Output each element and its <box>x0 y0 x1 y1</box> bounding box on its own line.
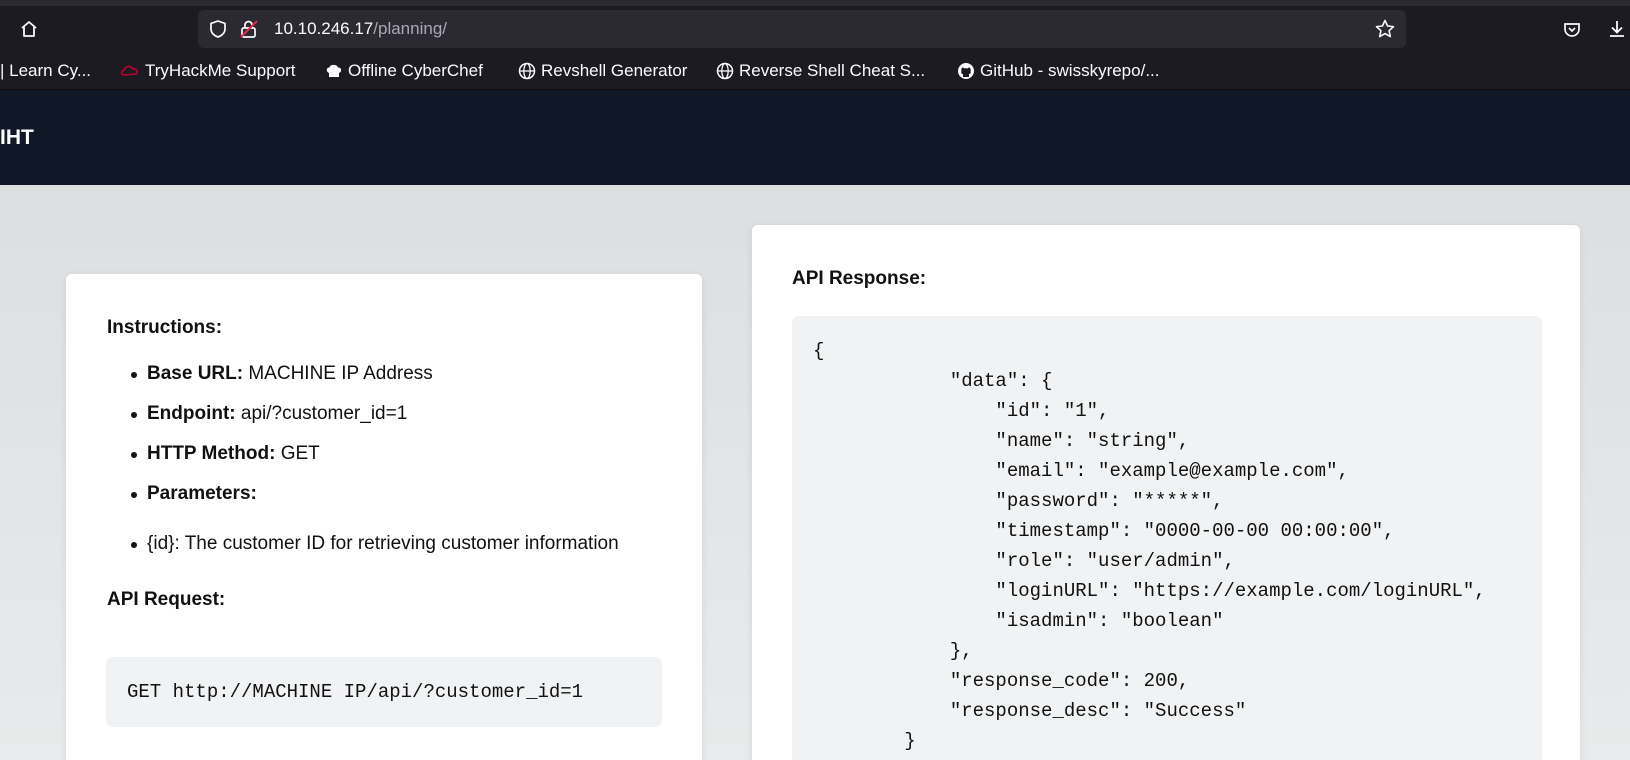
bookmark-revshell-generator[interactable]: Revshell Generator <box>518 52 687 90</box>
bookmark-label: Revshell Generator <box>541 61 688 80</box>
bookmark-reverse-shell-cheatsheet[interactable]: Reverse Shell Cheat S... <box>716 52 925 90</box>
site-logo[interactable]: IHT <box>0 90 34 185</box>
bookmark-label: GitHub - swisskyrepo/... <box>980 61 1160 80</box>
parameter-text: {id}: The customer ID for retrieving cus… <box>147 533 619 554</box>
globe-icon <box>518 62 536 80</box>
api-request-code-block: GET http://MACHINE IP/api/?customer_id=1 <box>106 657 662 727</box>
github-icon <box>958 63 974 79</box>
bookmark-label: | Learn Cy... <box>0 61 92 80</box>
list-item: Endpoint: api/?customer_id=1 <box>107 394 687 434</box>
tryhackme-icon <box>121 65 138 76</box>
tracking-protection-icon[interactable] <box>208 19 228 43</box>
download-icon[interactable] <box>1606 18 1628 44</box>
home-icon <box>21 21 37 37</box>
url-bar[interactable]: 10.10.246.17/planning/ <box>198 10 1406 48</box>
url-host: 10.10.246.17 <box>274 19 374 38</box>
bookmark-label: TryHackMe Support <box>145 61 296 80</box>
item-label: Parameters: <box>147 483 257 504</box>
api-request-code: GET http://MACHINE IP/api/?customer_id=1 <box>127 681 584 703</box>
main-content: Instructions: Base URL: MACHINE IP Addre… <box>0 185 1630 760</box>
url-path: /planning/ <box>373 19 447 38</box>
pocket-icon[interactable] <box>1562 20 1582 44</box>
item-value: GET <box>275 443 320 464</box>
item-label: HTTP Method: <box>147 443 276 464</box>
api-request-heading: API Request: <box>107 589 226 610</box>
api-response-heading: API Response: <box>792 268 927 289</box>
insecure-lock-icon[interactable] <box>238 18 260 44</box>
bookmark-offline-cyberchef[interactable]: Offline CyberChef <box>325 52 483 90</box>
bookmark-tryhackme-support[interactable]: TryHackMe Support <box>120 52 296 90</box>
bookmark-label: Reverse Shell Cheat S... <box>739 61 926 80</box>
list-item: Parameters: <box>107 474 687 514</box>
bookmark-github-swisskyrepo[interactable]: GitHub - swisskyrepo/... <box>957 52 1160 90</box>
api-response-code: { "data": { "id": "1", "name": "string",… <box>813 340 1486 752</box>
url-text[interactable]: 10.10.246.17/planning/ <box>274 10 447 48</box>
api-response-code-block: { "data": { "id": "1", "name": "string",… <box>792 316 1542 760</box>
browser-toolbar: 10.10.246.17/planning/ <box>0 6 1630 52</box>
item-label: Base URL: <box>147 363 244 384</box>
list-item: HTTP Method: GET <box>107 434 687 474</box>
globe-icon <box>716 62 734 80</box>
bookmark-star-icon[interactable] <box>1374 18 1396 44</box>
bookmark-label: Offline CyberChef <box>348 61 483 80</box>
parameter-item: {id}: The customer ID for retrieving cus… <box>107 524 687 564</box>
list-item: Base URL: MACHINE IP Address <box>107 354 687 394</box>
bookmarks-toolbar: | Learn Cy... TryHackMe Support Offline … <box>0 52 1630 90</box>
chef-hat-icon <box>326 64 342 77</box>
instructions-card: Instructions: Base URL: MACHINE IP Addre… <box>66 274 702 760</box>
item-value: api/?customer_id=1 <box>235 403 408 424</box>
home-button[interactable] <box>14 14 44 44</box>
site-header: IHT <box>0 90 1630 185</box>
item-label: Endpoint: <box>147 403 236 424</box>
item-value: MACHINE IP Address <box>243 363 433 384</box>
bookmark-learn-cyber[interactable]: | Learn Cy... <box>0 52 91 90</box>
instructions-heading: Instructions: <box>107 317 223 338</box>
response-card: API Response: { "data": { "id": "1", "na… <box>752 225 1580 760</box>
instructions-list: Base URL: MACHINE IP Address Endpoint: a… <box>107 354 687 564</box>
